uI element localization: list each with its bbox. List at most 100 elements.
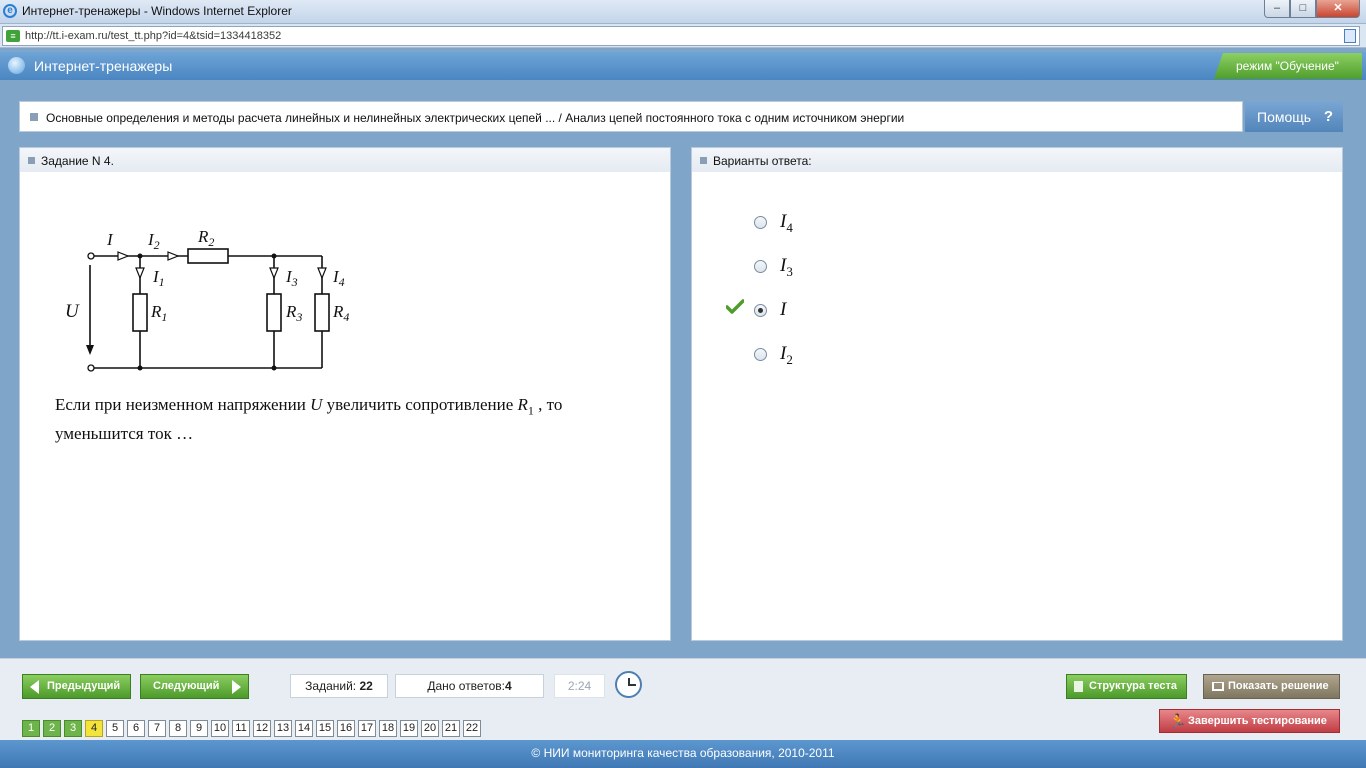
document-icon bbox=[1074, 681, 1083, 692]
r1-resistor bbox=[132, 293, 148, 332]
radio-button[interactable] bbox=[754, 216, 767, 229]
radio-button-checked[interactable] bbox=[754, 304, 767, 317]
r4-resistor bbox=[314, 293, 330, 332]
question-mark-icon: ? bbox=[1323, 108, 1333, 125]
control-bar: Предыдущий Следующий Заданий: 22 Дано от… bbox=[0, 658, 1366, 740]
minimize-button[interactable]: – bbox=[1264, 0, 1290, 18]
task-panel-header: Задание N 4. bbox=[20, 148, 670, 172]
label-R1: R1 bbox=[150, 302, 167, 324]
label-I4: I4 bbox=[332, 267, 345, 289]
answers-count: 4 bbox=[504, 679, 512, 693]
answers-label: Дано ответов: bbox=[427, 679, 505, 693]
page-number-button[interactable]: 13 bbox=[274, 720, 292, 737]
next-label: Следующий bbox=[153, 680, 220, 692]
page-number-button[interactable]: 10 bbox=[211, 720, 229, 737]
answer-panel-header: Варианты ответа: bbox=[692, 148, 1342, 172]
finish-test-button[interactable]: 🏃 Завершить тестирование bbox=[1159, 709, 1340, 733]
book-icon bbox=[1212, 682, 1224, 691]
page-number-button[interactable]: 7 bbox=[148, 720, 166, 737]
page-number-button[interactable]: 17 bbox=[358, 720, 376, 737]
test-structure-button[interactable]: Структура теста bbox=[1066, 674, 1187, 699]
answer-header-bullet-icon bbox=[700, 157, 707, 164]
previous-button[interactable]: Предыдущий bbox=[22, 674, 131, 699]
breadcrumb-text: Основные определения и методы расчета ли… bbox=[46, 111, 905, 125]
answer-option-label: I bbox=[780, 299, 787, 320]
window-titlebar: e Интернет-тренажеры - Windows Internet … bbox=[0, 0, 1366, 24]
question-part1: Если при неизменном напряжении bbox=[55, 395, 311, 414]
radio-button[interactable] bbox=[754, 260, 767, 273]
mode-badge: режим "Обучение" bbox=[1214, 53, 1362, 79]
label-I2: I2 bbox=[147, 230, 160, 252]
tasks-label: Заданий: bbox=[305, 679, 357, 693]
show-solution-button[interactable]: Показать решение bbox=[1203, 674, 1340, 699]
answer-panel: Варианты ответа: I4 I3 I I2 bbox=[691, 147, 1343, 641]
next-button[interactable]: Следующий bbox=[140, 674, 249, 699]
compatibility-view-icon[interactable] bbox=[1344, 29, 1356, 43]
page-number-button[interactable]: 14 bbox=[295, 720, 313, 737]
page-number-button[interactable]: 2 bbox=[43, 720, 61, 737]
clock-icon[interactable] bbox=[615, 671, 642, 698]
label-I1: I1 bbox=[152, 267, 165, 289]
page-number-button[interactable]: 9 bbox=[190, 720, 208, 737]
ie-logo-icon: e bbox=[3, 4, 17, 18]
label-U: U bbox=[65, 301, 80, 322]
maximize-button[interactable]: □ bbox=[1290, 0, 1316, 18]
answers-count-box: Дано ответов:4 bbox=[395, 674, 544, 698]
r3-resistor bbox=[266, 293, 282, 332]
task-title: Задание N 4. bbox=[41, 154, 114, 168]
breadcrumb-bullet-icon bbox=[30, 113, 38, 121]
url-input-box[interactable]: ≡ http://tt.i-exam.ru/test_tt.php?id=4&t… bbox=[2, 26, 1360, 46]
help-button[interactable]: Помощь ? bbox=[1245, 101, 1343, 132]
page-number-button[interactable]: 3 bbox=[64, 720, 82, 737]
window-title: Интернет-тренажеры - Windows Internet Ex… bbox=[22, 4, 292, 18]
page-number-button[interactable]: 5 bbox=[106, 720, 124, 737]
page-number-button[interactable]: 6 bbox=[127, 720, 145, 737]
finish-test-label: Завершить тестирование bbox=[1188, 715, 1327, 727]
arrow-left-icon bbox=[30, 680, 39, 694]
page-number-button[interactable]: 20 bbox=[421, 720, 439, 737]
page-number-button[interactable]: 1 bbox=[22, 720, 40, 737]
page-number-button[interactable]: 12 bbox=[253, 720, 271, 737]
running-man-icon: 🏃 bbox=[1169, 713, 1187, 729]
question-part2: увеличить сопротивление bbox=[322, 395, 518, 414]
window-controls: – □ ✕ bbox=[1264, 0, 1360, 18]
app-globe-icon bbox=[8, 57, 25, 74]
page-number-button[interactable]: 16 bbox=[337, 720, 355, 737]
tasks-count: 22 bbox=[359, 679, 373, 693]
r2-resistor bbox=[187, 248, 229, 264]
label-R3: R3 bbox=[285, 302, 302, 324]
page-number-button[interactable]: 15 bbox=[316, 720, 334, 737]
arrow-right-icon bbox=[232, 680, 241, 694]
address-bar: ≡ http://tt.i-exam.ru/test_tt.php?id=4&t… bbox=[0, 24, 1366, 48]
page-number-button[interactable]: 19 bbox=[400, 720, 418, 737]
page-number-button[interactable]: 4 bbox=[85, 720, 103, 737]
close-button[interactable]: ✕ bbox=[1316, 0, 1360, 18]
help-label: Помощь bbox=[1257, 109, 1312, 125]
circuit-diagram: I I2 R2 I1 R1 I3 R3 I4 R4 U bbox=[65, 227, 349, 372]
previous-label: Предыдущий bbox=[47, 680, 121, 692]
page-number-button[interactable]: 8 bbox=[169, 720, 187, 737]
task-page-strip: 1 2 3 4 5 6 7 8 9 10 11 12 13 14 15 16 17 18 19 20 21 22 bbox=[22, 720, 484, 737]
question-var-r: R bbox=[517, 395, 528, 414]
tasks-count-box: Заданий: 22 bbox=[290, 674, 388, 698]
site-favicon-icon: ≡ bbox=[6, 30, 20, 42]
url-text[interactable]: http://tt.i-exam.ru/test_tt.php?id=4&tsi… bbox=[25, 30, 281, 42]
test-structure-label: Структура теста bbox=[1089, 680, 1178, 692]
label-R4: R4 bbox=[332, 302, 349, 324]
page-number-button[interactable]: 18 bbox=[379, 720, 397, 737]
breadcrumb: Основные определения и методы расчета ли… bbox=[19, 101, 1243, 132]
page-number-button[interactable]: 22 bbox=[463, 720, 481, 737]
label-I3: I3 bbox=[285, 267, 298, 289]
radio-button[interactable] bbox=[754, 348, 767, 361]
label-I: I bbox=[106, 230, 114, 249]
answer-option-label: I2 bbox=[780, 343, 793, 367]
answer-option-label: I3 bbox=[780, 255, 793, 279]
answer-title: Варианты ответа: bbox=[713, 154, 812, 168]
app-title: Интернет-тренажеры bbox=[34, 58, 173, 74]
task-panel: Задание N 4. I I2 R2 I1 R1 I3 R3 I4 R4 U… bbox=[19, 147, 671, 641]
task-header-bullet-icon bbox=[28, 157, 35, 164]
question-text: Если при неизменном напряжении U увеличи… bbox=[55, 393, 655, 445]
check-icon bbox=[726, 299, 744, 314]
page-number-button[interactable]: 11 bbox=[232, 720, 250, 737]
page-number-button[interactable]: 21 bbox=[442, 720, 460, 737]
